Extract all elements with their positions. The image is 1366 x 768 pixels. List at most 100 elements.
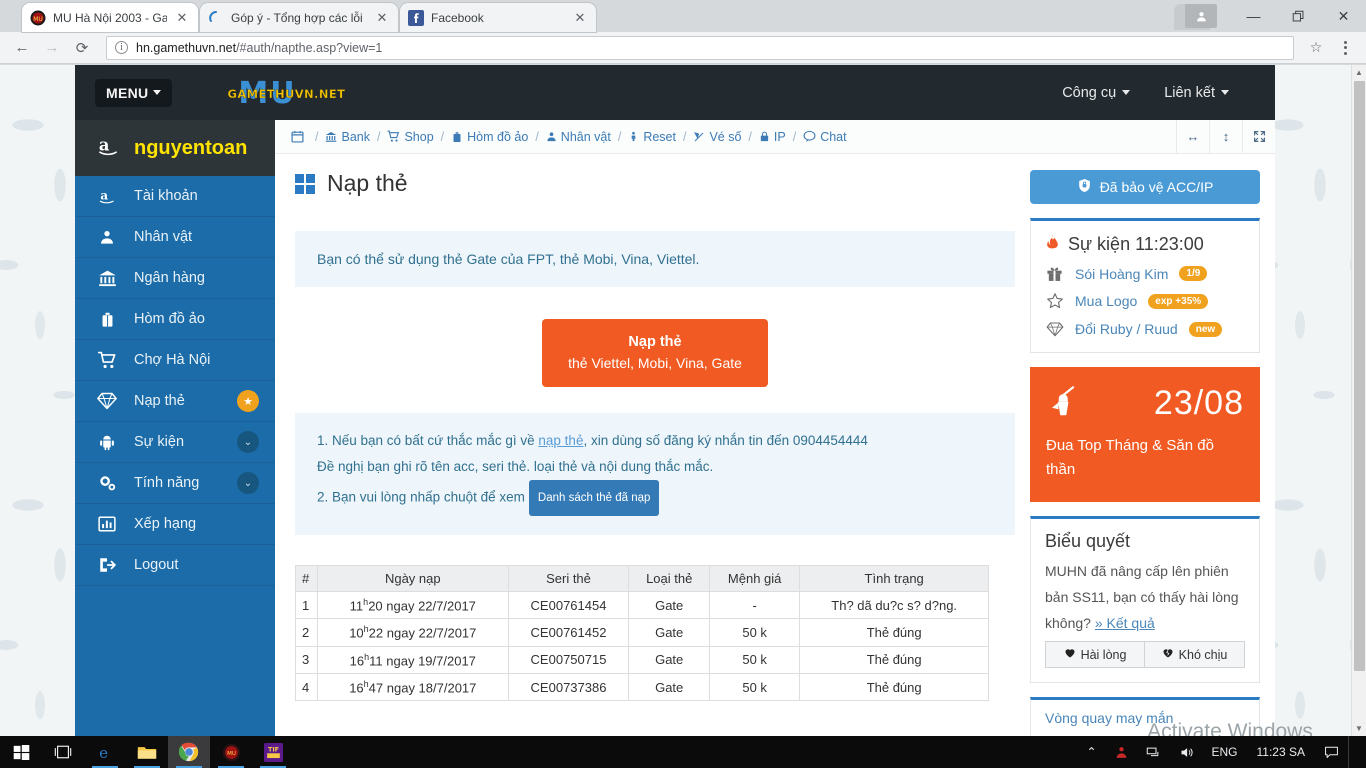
cell-date: 16h11 ngay 19/7/2017 [318,646,509,673]
sidebar-item-nhan-vat[interactable]: Nhân vật [75,217,275,258]
tray-expand-chevron-icon[interactable]: ⌃ [1077,736,1105,768]
events-card-title: Sự kiện 11:23:00 [1045,233,1245,255]
clock[interactable]: 11:23 SA [1247,736,1315,768]
bank-icon [325,131,337,143]
network-icon[interactable] [1137,736,1170,768]
fullscreen-icon[interactable] [1242,120,1275,154]
user-red-icon[interactable] [1106,736,1137,768]
logo-domain-text: GAMETHUVN.NET [216,87,356,101]
edge-icon[interactable]: e [84,736,126,768]
language-indicator[interactable]: ENG [1203,736,1247,768]
android-icon [97,433,117,451]
breadcrumb-item-ip[interactable]: IP [759,130,786,144]
sidebar-item-su-kien[interactable]: Sự kiện ⌄ [75,422,275,463]
chevron-down-icon[interactable]: ⌄ [237,431,259,453]
windows-start-icon[interactable] [0,736,42,768]
show-desktop-button[interactable] [1348,736,1362,768]
svg-text:a: a [99,135,110,154]
nap-the-button-line1: Nạp thẻ [568,332,742,353]
cell-value: 50 k [709,673,799,700]
promo-card[interactable]: 23/08 Đua Top Tháng & Săn đồ thần [1030,367,1260,502]
sidebar-item-ngan-hang[interactable]: Ngân hàng [75,258,275,299]
breadcrumb-item-ve-so[interactable]: Vé số [693,130,741,144]
breadcrumb-item-shop[interactable]: Shop [387,130,433,144]
close-icon[interactable]: ✕ [374,10,390,26]
notification-icon[interactable] [1315,736,1348,768]
breadcrumb-item-hom-do-ao[interactable]: Hòm đồ ảo [451,130,528,144]
sidebar-user[interactable]: a nguyentoan [75,120,275,176]
promo-date: 23/08 [1154,384,1244,423]
sidebar-item-hom-do-ao[interactable]: Hòm đồ ảo [75,299,275,340]
forward-button[interactable]: → [38,35,66,61]
maximize-button[interactable] [1276,0,1321,32]
resize-vertical-icon[interactable]: ↕ [1209,120,1242,154]
sidebar-item-label: Logout [134,557,178,573]
sidebar-username: nguyentoan [134,137,247,160]
amazon-a-icon: a [97,187,117,206]
mu-game-icon[interactable]: MU [210,736,252,768]
nap-the-link[interactable]: nạp thẻ [538,433,583,448]
minimize-button[interactable]: — [1231,0,1276,32]
chrome-icon[interactable] [168,736,210,768]
breadcrumb-item-reset[interactable]: Reset [628,130,676,144]
scrollbar-thumb[interactable] [1354,81,1365,671]
close-icon[interactable]: ✕ [174,10,190,26]
close-button[interactable]: ✕ [1321,0,1366,32]
vote-happy-button[interactable]: Hài lòng [1045,641,1145,668]
app-body: a nguyentoan a Tài khoản [75,120,1275,736]
page-info-icon[interactable]: i [115,41,128,54]
sidebar-item-tai-khoan[interactable]: a Tài khoản [75,176,275,217]
tif-app-icon[interactable]: TIF [252,736,294,768]
volume-icon[interactable] [1170,736,1203,768]
breadcrumb-item-bank[interactable]: Bank [325,130,370,144]
reload-button[interactable]: ⟳ [68,35,96,61]
chevron-down-icon[interactable]: ⌄ [237,472,259,494]
main-content: / Bank / Shop / [275,120,1275,736]
vote-unhappy-button[interactable]: Khó chịu [1145,641,1245,668]
event-row-mua-logo[interactable]: Mua Logo exp +35% [1045,292,1245,310]
column-header-index: # [296,566,318,592]
event-row-soi-hoang-kim[interactable]: Sói Hoàng Kim 1/9 [1045,265,1245,282]
page-title: Nạp thẻ [295,170,1015,197]
sidebar-item-cho-ha-noi[interactable]: Chợ Hà Nội [75,340,275,381]
chrome-menu-icon[interactable] [1332,35,1358,61]
cell-status: Thẻ đúng [800,619,989,646]
scroll-up-arrow-icon[interactable]: ▲ [1352,65,1366,80]
facebook-icon [408,10,424,26]
cell-type: Gate [629,592,710,619]
breadcrumb-item-chat[interactable]: Chat [803,130,846,144]
site-logo[interactable]: MU GAMETHUVN.NET [216,76,356,110]
browser-tab-1[interactable]: Góp ý - Tổng hợp các lỗi ✕ [200,3,398,32]
nap-the-button[interactable]: Nạp thẻ thẻ Viettel, Mobi, Vina, Gate [542,319,768,387]
sidebar-item-logout[interactable]: Logout [75,545,275,586]
task-view-icon[interactable] [42,736,84,768]
header-nav-links[interactable]: Liên kết [1164,85,1229,101]
page-scrollbar[interactable]: ▲ ▼ [1351,65,1366,736]
protect-acc-ip-button[interactable]: Đã bảo vệ ACC/IP [1030,170,1260,204]
browser-tab-2[interactable]: Facebook ✕ [400,3,596,32]
sidebar-item-xep-hang[interactable]: Xếp hạng [75,504,275,545]
sidebar-item-nap-the[interactable]: Nạp thẻ ★ [75,381,275,422]
danh-sach-the-da-nap-button[interactable]: Danh sách thẻ đã nạp [529,480,660,516]
bookmark-star-icon[interactable]: ☆ [1302,35,1330,61]
info-banner: Bạn có thể sử dụng thẻ Gate của FPT, thẻ… [295,231,1015,287]
breadcrumb-separator: / [528,130,545,144]
breadcrumb-item-nhan-vat[interactable]: Nhân vật [546,130,611,144]
menu-button[interactable]: MENU [95,79,172,107]
resize-horizontal-icon[interactable]: ↔ [1176,120,1209,154]
back-button[interactable]: ← [8,35,36,61]
scroll-down-arrow-icon[interactable]: ▼ [1352,721,1366,736]
breadcrumb: / Bank / Shop / [275,120,1275,154]
briefcase-icon [97,311,117,328]
header-nav-tools[interactable]: Công cụ [1062,85,1130,101]
vote-results-link[interactable]: » Kết quả [1095,615,1155,631]
menu-button-label: MENU [106,85,148,101]
file-explorer-icon[interactable] [126,736,168,768]
browser-tab-0[interactable]: MU MU Hà Nội 2003 - Game ✕ [22,3,198,32]
close-icon[interactable]: ✕ [572,10,588,26]
address-bar[interactable]: i hn.gamethuvn.net/#auth/napthe.asp?view… [106,36,1294,60]
breadcrumb-item-calendar[interactable] [291,130,308,143]
event-row-doi-ruby-ruud[interactable]: Đổi Ruby / Ruud new [1045,320,1245,338]
profile-icon[interactable] [1185,4,1217,28]
sidebar-item-tinh-nang[interactable]: Tính năng ⌄ [75,463,275,504]
